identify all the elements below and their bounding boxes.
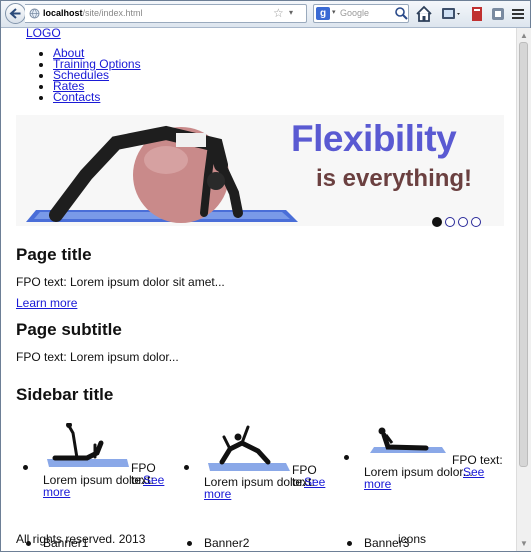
home-icon[interactable] bbox=[415, 5, 433, 23]
magnifier-icon[interactable] bbox=[394, 6, 408, 21]
hero-headline: Flexibility bbox=[291, 118, 457, 159]
globe-icon bbox=[29, 8, 40, 19]
banner-yoga-image bbox=[208, 425, 290, 471]
footer-icons: icons bbox=[398, 532, 427, 546]
main-nav: About Training Options Schedules Rates C… bbox=[37, 47, 141, 104]
banner-see-more-link[interactable]: See bbox=[463, 466, 484, 478]
banner-see-more-link-cont[interactable]: more bbox=[364, 478, 391, 490]
learn-more-link[interactable]: Learn more bbox=[16, 296, 77, 310]
scroll-down-icon[interactable]: ▼ bbox=[520, 539, 528, 548]
list-bullet bbox=[347, 541, 352, 546]
page-text: FPO text: Lorem ipsum dolor sit amet... bbox=[16, 275, 225, 289]
list-bullet bbox=[23, 465, 28, 470]
banner-see-more-link[interactable]: See bbox=[143, 474, 164, 486]
list-bullet bbox=[344, 455, 349, 460]
nav-item-contacts: Contacts bbox=[53, 90, 141, 104]
search-box[interactable]: g ▾ Google bbox=[313, 4, 409, 23]
scroll-thumb[interactable] bbox=[519, 42, 528, 467]
list-bullet bbox=[184, 465, 189, 470]
sidebar-title: Sidebar title bbox=[16, 385, 114, 404]
carousel-dot-2[interactable] bbox=[445, 217, 455, 227]
footer-copyright: All rights reserved. 2013 bbox=[16, 532, 146, 546]
carousel-dot-1[interactable] bbox=[432, 217, 442, 227]
banner-see-more-link-cont[interactable]: more bbox=[204, 488, 231, 500]
hero-banner: Flexibility is everything! bbox=[16, 115, 504, 226]
screenshot-menu-icon[interactable] bbox=[441, 5, 463, 23]
address-bar[interactable]: localhost/site/index.html ☆ ▾ ↻ bbox=[25, 4, 329, 23]
logo-link[interactable]: LOGO bbox=[26, 28, 61, 40]
address-text: localhost/site/index.html bbox=[43, 8, 143, 18]
list-bullet bbox=[187, 541, 192, 546]
carousel-dot-4[interactable] bbox=[471, 217, 481, 227]
page-title: Page title bbox=[16, 245, 92, 264]
carousel-dot-3[interactable] bbox=[458, 217, 468, 227]
bookmarks-menu-icon[interactable] bbox=[469, 5, 487, 23]
back-arrow-icon bbox=[9, 8, 21, 19]
search-placeholder[interactable]: Google bbox=[340, 8, 369, 18]
nav-link-contacts[interactable]: Contacts bbox=[53, 90, 100, 104]
subtitle-text: FPO text: Lorem ipsum dolor... bbox=[16, 350, 179, 364]
browser-toolbar: localhost/site/index.html ☆ ▾ ↻ g ▾ Goog… bbox=[1, 1, 530, 28]
banner-see-more-link-cont[interactable]: more bbox=[43, 486, 70, 498]
vertical-scrollbar[interactable]: ▲ ▼ bbox=[516, 28, 531, 551]
back-button[interactable] bbox=[5, 3, 26, 24]
addon-icon[interactable] bbox=[489, 5, 507, 23]
banner-yoga-image bbox=[370, 427, 446, 453]
banner-label: Banner2 bbox=[204, 536, 250, 550]
search-engine-dropdown-icon[interactable]: ▾ bbox=[332, 6, 336, 20]
banner-see-more-link[interactable]: See bbox=[304, 476, 325, 488]
hero-subhead: is everything! bbox=[316, 165, 473, 192]
bookmark-star-icon[interactable]: ☆ bbox=[273, 6, 284, 20]
search-engine-icon[interactable]: g bbox=[316, 7, 330, 20]
banner-yoga-image bbox=[47, 423, 129, 467]
scroll-up-icon[interactable]: ▲ bbox=[520, 31, 528, 40]
browser-window: localhost/site/index.html ☆ ▾ ↻ g ▾ Goog… bbox=[0, 0, 531, 552]
page-content: LOGO About Training Options Schedules Ra… bbox=[1, 28, 516, 551]
menu-icon[interactable] bbox=[509, 5, 527, 23]
yoga-ball-photo bbox=[26, 125, 298, 223]
url-dropdown-icon[interactable]: ▾ bbox=[289, 6, 293, 20]
page-subtitle: Page subtitle bbox=[16, 320, 122, 339]
